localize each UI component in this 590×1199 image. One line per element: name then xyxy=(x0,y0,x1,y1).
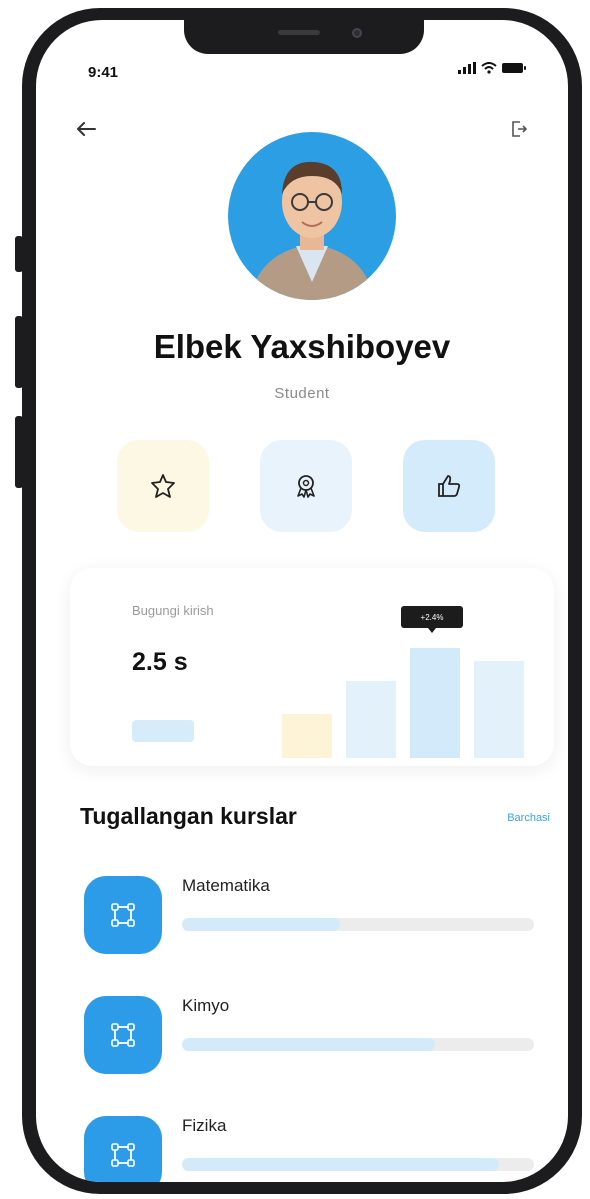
profile-name: Elbek Yaxshiboyev xyxy=(153,328,451,365)
logout-button[interactable] xyxy=(510,120,528,143)
thumbs-up-icon xyxy=(438,475,461,497)
stat-pill xyxy=(132,720,194,742)
chart-bar xyxy=(474,661,524,758)
course-progress xyxy=(182,918,534,931)
notch xyxy=(184,20,424,54)
course-progress xyxy=(182,1158,534,1171)
see-all-link[interactable]: Barchasi xyxy=(507,812,550,824)
chart-bar xyxy=(410,648,460,758)
volume-down-button xyxy=(15,416,23,488)
avatar[interactable] xyxy=(228,132,396,300)
screen: 9:41 Elbek Yaxshiboyev Student Bugungi k… xyxy=(36,20,568,1182)
status-time: 9:41 xyxy=(88,64,119,81)
mute-switch xyxy=(15,236,23,272)
volume-up-button xyxy=(15,316,23,388)
user-portrait-icon xyxy=(250,161,374,300)
course-icon xyxy=(84,1116,162,1182)
completed-courses-title: Tugallangan kurslar xyxy=(80,803,297,829)
course-item[interactable]: Fizika xyxy=(84,1116,536,1182)
progress-fill xyxy=(182,1038,436,1051)
battery-icon xyxy=(502,63,526,73)
star-badge-icon xyxy=(151,474,175,498)
status-icons xyxy=(458,62,526,74)
wifi-icon xyxy=(481,62,497,74)
phone-frame: 9:41 Elbek Yaxshiboyev Student Bugungi k… xyxy=(15,8,582,1194)
daily-login-value: 2.5 s xyxy=(132,648,188,676)
award-button[interactable] xyxy=(260,440,352,532)
progress-fill xyxy=(182,918,341,931)
course-item[interactable]: Kimyo xyxy=(84,996,536,1076)
award-icon xyxy=(297,475,315,498)
profile-role: Student xyxy=(274,385,330,402)
progress-fill xyxy=(182,1158,499,1171)
like-button[interactable] xyxy=(403,440,495,532)
speaker xyxy=(278,30,320,35)
daily-login-card: Bugungi kirish 2.5 s +2.4% xyxy=(70,568,554,766)
course-name: Kimyo xyxy=(182,996,230,1015)
daily-login-label: Bugungi kirish xyxy=(132,603,214,618)
vector-square-icon xyxy=(111,903,135,927)
chart-bar xyxy=(346,681,396,758)
star-badge-button[interactable] xyxy=(117,440,209,532)
front-camera xyxy=(352,28,362,38)
course-item[interactable]: Matematika xyxy=(84,876,536,956)
course-progress xyxy=(182,1038,534,1051)
chart-tooltip: +2.4% xyxy=(401,606,463,633)
back-button[interactable] xyxy=(76,120,96,143)
signal-icon xyxy=(458,62,476,74)
arrow-left-icon xyxy=(77,122,96,136)
course-icon xyxy=(84,876,162,954)
course-name: Fizika xyxy=(182,1116,227,1135)
course-icon xyxy=(84,996,162,1074)
vector-square-icon xyxy=(111,1143,135,1167)
vector-square-icon xyxy=(111,1023,135,1047)
logout-icon xyxy=(512,121,528,137)
chart-bar xyxy=(282,714,332,758)
course-name: Matematika xyxy=(182,876,270,895)
